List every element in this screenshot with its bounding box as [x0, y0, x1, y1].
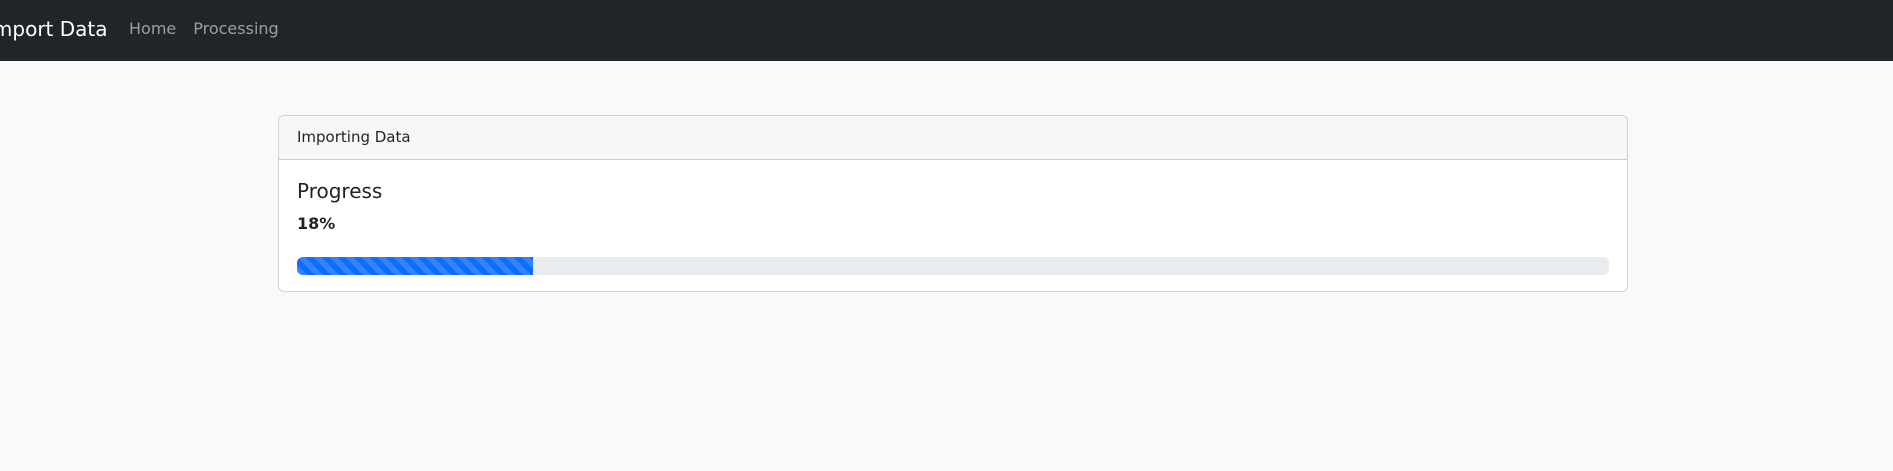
card-header: Importing Data [279, 116, 1627, 160]
nav-link-home[interactable]: Home [129, 18, 176, 40]
nav-links: Home Processing [129, 18, 279, 40]
progress-track [297, 257, 1609, 275]
card-title: Progress [297, 179, 383, 203]
navbar-brand[interactable]: Import Data [0, 15, 108, 43]
nav-link-processing[interactable]: Processing [193, 18, 278, 40]
progress-bar-fill [297, 257, 534, 275]
top-navbar: Import Data Home Processing [0, 0, 1893, 61]
card-body: Progress 18% [279, 160, 1627, 275]
progress-percentage: 18% [297, 214, 336, 233]
import-progress-card: Importing Data Progress 18% [278, 115, 1628, 292]
